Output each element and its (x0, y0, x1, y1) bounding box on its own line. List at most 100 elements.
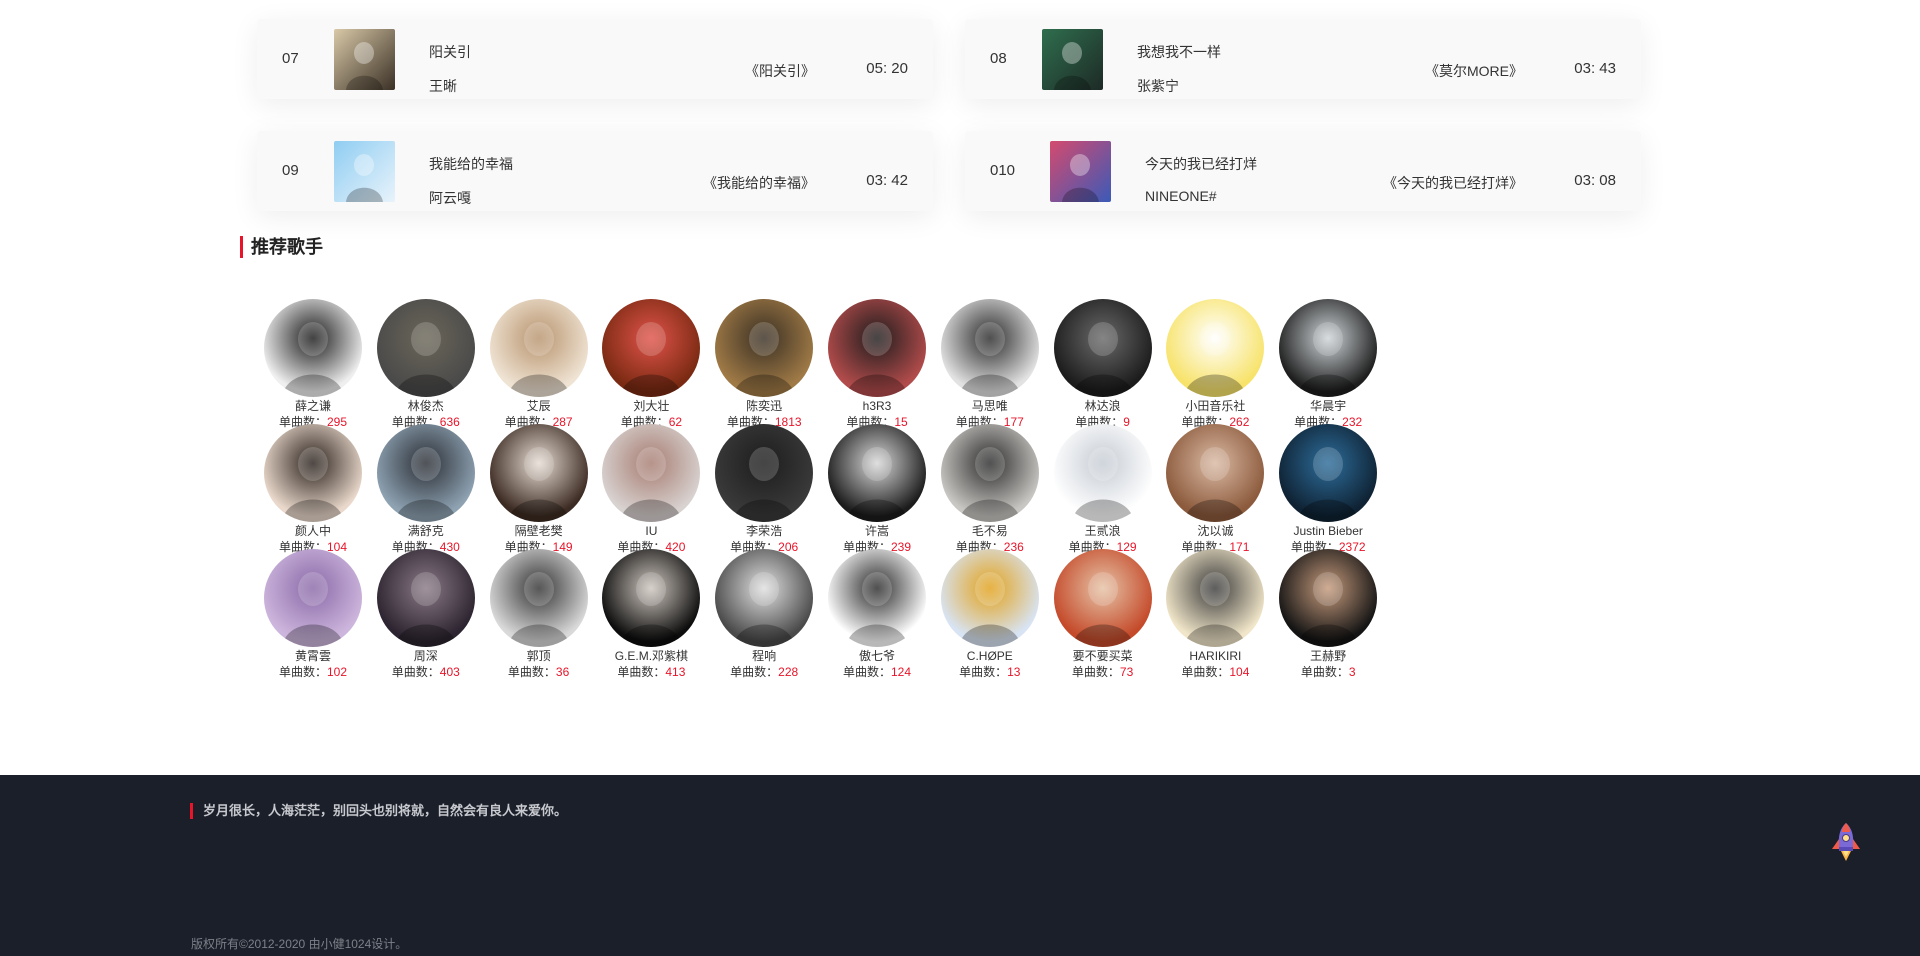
singer-name[interactable]: 黄霄雲 (253, 649, 373, 664)
singer-name[interactable]: 隔壁老樊 (479, 524, 599, 539)
singer-avatar[interactable] (715, 424, 814, 522)
singer-name[interactable]: 李荣浩 (704, 524, 824, 539)
singer-item[interactable]: 王赫野 单曲数：3 (1268, 549, 1388, 680)
song-title[interactable]: 今天的我已经打烊 (1145, 154, 1257, 174)
singer-item[interactable]: HARIKIRI 单曲数：104 (1155, 549, 1275, 680)
singer-name[interactable]: 王贰浪 (1043, 524, 1163, 539)
song-card-07[interactable]: 07 阳关引 王晰 《阳关引》 05: 20 (257, 19, 933, 99)
singer-avatar[interactable] (1279, 549, 1378, 647)
singer-item[interactable]: 程响 单曲数：228 (704, 549, 824, 680)
singer-avatar[interactable] (1279, 299, 1378, 397)
singer-avatar[interactable] (715, 299, 814, 397)
song-cover[interactable] (334, 141, 395, 202)
singer-name[interactable]: 许嵩 (817, 524, 937, 539)
singer-item[interactable]: 许嵩 单曲数：239 (817, 424, 937, 555)
singer-name[interactable]: 沈以诚 (1155, 524, 1275, 539)
singer-name[interactable]: h3R3 (817, 399, 937, 414)
singer-item[interactable]: 马思唯 单曲数：177 (930, 299, 1050, 430)
singer-name[interactable]: 满舒克 (366, 524, 486, 539)
song-title[interactable]: 我想我不一样 (1137, 42, 1221, 62)
singer-avatar[interactable] (376, 549, 475, 647)
singer-avatar[interactable] (602, 424, 701, 522)
singer-item[interactable]: 沈以诚 单曲数：171 (1155, 424, 1275, 555)
song-artist[interactable]: NINEONE# (1145, 188, 1217, 204)
singer-name[interactable]: 要不要买菜 (1043, 649, 1163, 664)
singer-avatar[interactable] (602, 549, 701, 647)
singer-avatar[interactable] (1166, 299, 1265, 397)
singer-item[interactable]: h3R3 单曲数：15 (817, 299, 937, 430)
singer-name[interactable]: 郭顶 (479, 649, 599, 664)
singer-avatar[interactable] (489, 424, 588, 522)
song-card-08[interactable]: 08 我想我不一样 张紫宁 《莫尔MORE》 03: 43 (965, 19, 1641, 99)
singer-avatar[interactable] (715, 549, 814, 647)
singer-avatar[interactable] (828, 299, 926, 397)
singer-name[interactable]: 艾辰 (479, 399, 599, 414)
singer-avatar[interactable] (264, 549, 362, 647)
singer-name[interactable]: 小田音乐社 (1155, 399, 1275, 414)
singer-avatar[interactable] (1053, 299, 1152, 397)
singer-name[interactable]: 毛不易 (930, 524, 1050, 539)
singer-item[interactable]: 华晨宇 单曲数：232 (1268, 299, 1388, 430)
song-card-010[interactable]: 010 今天的我已经打烊 NINEONE# 《今天的我已经打烊》 03: 08 (965, 131, 1641, 211)
rocket-icon[interactable] (1823, 819, 1869, 865)
singer-name[interactable]: 刘大壮 (591, 399, 711, 414)
singer-item[interactable]: G.E.M.邓紫棋 单曲数：413 (591, 549, 711, 680)
song-card-09[interactable]: 09 我能给的幸福 阿云嘎 《我能给的幸福》 03: 42 (257, 131, 933, 211)
singer-item[interactable]: 小田音乐社 单曲数：262 (1155, 299, 1275, 430)
singer-name[interactable]: 陈奕迅 (704, 399, 824, 414)
song-cover[interactable] (1050, 141, 1111, 202)
singer-name[interactable]: G.E.M.邓紫棋 (591, 649, 711, 664)
singer-item[interactable]: 李荣浩 单曲数：206 (704, 424, 824, 555)
singer-avatar[interactable] (264, 424, 362, 522)
singer-name[interactable]: Justin Bieber (1268, 524, 1388, 539)
singer-name[interactable]: 程响 (704, 649, 824, 664)
singer-name[interactable]: 周深 (366, 649, 486, 664)
singer-item[interactable]: IU 单曲数：420 (591, 424, 711, 555)
singer-name[interactable]: IU (591, 524, 711, 539)
singer-item[interactable]: 黄霄雲 单曲数：102 (253, 549, 373, 680)
singer-name[interactable]: 林达浪 (1043, 399, 1163, 414)
singer-name[interactable]: 傲七爷 (817, 649, 937, 664)
singer-avatar[interactable] (940, 424, 1039, 522)
singer-item[interactable]: 毛不易 单曲数：236 (930, 424, 1050, 555)
singer-item[interactable]: 颜人中 单曲数：104 (253, 424, 373, 555)
singer-avatar[interactable] (1053, 424, 1152, 522)
singer-avatar[interactable] (489, 549, 588, 647)
singer-avatar[interactable] (940, 299, 1039, 397)
song-artist[interactable]: 阿云嘎 (429, 188, 471, 208)
singer-item[interactable]: 薛之谦 单曲数：295 (253, 299, 373, 430)
singer-avatar[interactable] (1053, 549, 1152, 647)
singer-item[interactable]: 要不要买菜 单曲数：73 (1043, 549, 1163, 680)
song-album[interactable]: 《莫尔MORE》 (1425, 61, 1523, 81)
singer-item[interactable]: 傲七爷 单曲数：124 (817, 549, 937, 680)
singer-avatar[interactable] (602, 299, 701, 397)
song-cover[interactable] (334, 29, 395, 90)
singer-name[interactable]: 薛之谦 (253, 399, 373, 414)
singer-item[interactable]: 林达浪 单曲数：9 (1043, 299, 1163, 430)
singer-avatar[interactable] (1279, 424, 1378, 522)
singer-item[interactable]: Justin Bieber 单曲数：2372 (1268, 424, 1388, 555)
song-artist[interactable]: 王晰 (429, 76, 457, 96)
song-album[interactable]: 《我能给的幸福》 (703, 173, 815, 193)
song-artist[interactable]: 张紫宁 (1137, 76, 1179, 96)
singer-item[interactable]: 刘大壮 单曲数：62 (591, 299, 711, 430)
singer-name[interactable]: HARIKIRI (1155, 649, 1275, 664)
singer-avatar[interactable] (376, 424, 475, 522)
singer-name[interactable]: 华晨宇 (1268, 399, 1388, 414)
singer-name[interactable]: 颜人中 (253, 524, 373, 539)
singer-name[interactable]: 马思唯 (930, 399, 1050, 414)
singer-avatar[interactable] (376, 299, 475, 397)
singer-avatar[interactable] (1166, 549, 1265, 647)
singer-name[interactable]: C.HØPE (930, 649, 1050, 664)
singer-avatar[interactable] (264, 299, 362, 397)
singer-item[interactable]: 满舒克 单曲数：430 (366, 424, 486, 555)
singer-name[interactable]: 林俊杰 (366, 399, 486, 414)
singer-avatar[interactable] (489, 299, 588, 397)
singer-item[interactable]: 周深 单曲数：403 (366, 549, 486, 680)
singer-item[interactable]: 隔壁老樊 单曲数：149 (479, 424, 599, 555)
singer-item[interactable]: 郭顶 单曲数：36 (479, 549, 599, 680)
song-cover[interactable] (1042, 29, 1103, 90)
singer-avatar[interactable] (828, 424, 926, 522)
singer-avatar[interactable] (828, 549, 926, 647)
singer-item[interactable]: 陈奕迅 单曲数：1813 (704, 299, 824, 430)
